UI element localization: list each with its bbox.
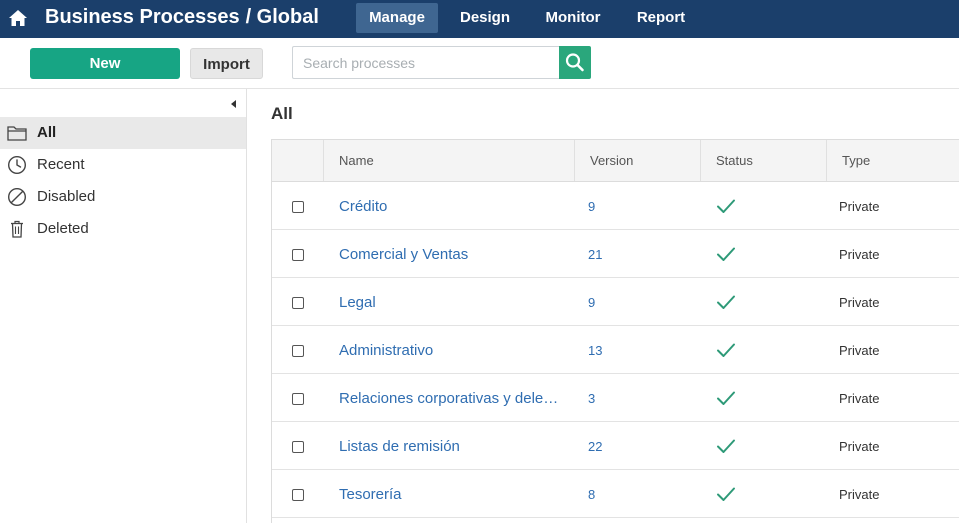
sidebar-item-deleted[interactable]: Deleted: [0, 213, 246, 245]
process-version-link[interactable]: 22: [588, 439, 602, 454]
table-row[interactable]: Comercial y Ventas 21 Private: [272, 230, 959, 278]
table-row[interactable]: Legal 9 Private: [272, 278, 959, 326]
process-version-link[interactable]: 13: [588, 343, 602, 358]
column-header-version[interactable]: Version: [575, 140, 701, 181]
process-version-link[interactable]: 3: [588, 391, 595, 406]
process-name-link[interactable]: Relaciones corporativas y deleg...: [339, 390, 564, 407]
table-row[interactable]: Relaciones corporativas y deleg... 3 Priva…: [272, 374, 959, 422]
column-header-name[interactable]: Name: [324, 140, 575, 181]
app-title-text: Business Processes: [45, 6, 240, 28]
sidebar-item-label: Recent: [37, 156, 85, 173]
search-icon: [565, 53, 584, 72]
page-title: All: [271, 104, 293, 123]
process-type: Private: [839, 343, 880, 358]
row-checkbox[interactable]: [292, 201, 304, 213]
table-row[interactable]: Tesorería 8 Private: [272, 470, 959, 518]
check-icon: [716, 485, 736, 503]
top-bar: Business Processes / Global Manage Design…: [0, 0, 959, 38]
table-row[interactable]: Administrativo 13 Private: [272, 326, 959, 374]
trash-icon: [11, 220, 23, 238]
process-name-link[interactable]: Tesorería: [339, 486, 564, 503]
collapse-sidebar-icon[interactable]: [231, 100, 236, 108]
process-name-link[interactable]: Crédito: [339, 198, 564, 215]
table-row[interactable]: Crédito 9 Private: [272, 182, 959, 230]
sidebar-item-recent[interactable]: Recent: [0, 149, 246, 181]
process-type: Private: [839, 391, 880, 406]
process-version-link[interactable]: 9: [588, 295, 595, 310]
tab-report[interactable]: Report: [628, 3, 694, 33]
new-button[interactable]: New: [30, 48, 180, 79]
check-icon: [716, 437, 736, 455]
clock-icon: [7, 155, 27, 175]
app-title: Business Processes / Global: [45, 6, 319, 29]
disabled-icon: [7, 187, 27, 207]
column-header-status[interactable]: Status: [701, 140, 827, 181]
tab-design[interactable]: Design: [450, 3, 520, 33]
check-icon: [716, 197, 736, 215]
sidebar-item-disabled[interactable]: Disabled: [0, 181, 246, 213]
sidebar-item-label: All: [37, 124, 57, 141]
check-icon: [716, 293, 736, 311]
process-type: Private: [839, 295, 880, 310]
process-name-link[interactable]: Administrativo: [339, 342, 564, 359]
row-checkbox[interactable]: [292, 441, 304, 453]
row-checkbox[interactable]: [292, 489, 304, 501]
process-type: Private: [839, 487, 880, 502]
sidebar-item-label: Deleted: [37, 220, 89, 237]
process-name-link[interactable]: Comercial y Ventas: [339, 246, 564, 263]
process-version-link[interactable]: 21: [588, 247, 602, 262]
process-name-link[interactable]: Listas de remisión: [339, 438, 564, 455]
row-checkbox[interactable]: [292, 345, 304, 357]
check-icon: [716, 389, 736, 407]
process-version-link[interactable]: 8: [588, 487, 595, 502]
process-type: Private: [839, 199, 880, 214]
column-header-select: [272, 140, 324, 181]
search-input[interactable]: [292, 46, 560, 79]
sidebar-item-all[interactable]: All: [0, 117, 246, 149]
table-row[interactable]: Listas de remisión 22 Private: [272, 422, 959, 470]
home-icon[interactable]: [8, 8, 28, 28]
tab-manage[interactable]: Manage: [356, 3, 438, 33]
import-button[interactable]: Import: [190, 48, 263, 79]
process-table: Name Version Status Type Crédito 9 Private…: [271, 139, 959, 523]
sidebar-item-label: Disabled: [37, 188, 96, 205]
column-header-type[interactable]: Type: [827, 140, 959, 181]
process-type: Private: [839, 439, 880, 454]
process-version-link[interactable]: 9: [588, 199, 595, 214]
search-button[interactable]: [559, 46, 591, 79]
row-checkbox[interactable]: [292, 393, 304, 405]
table-header: Name Version Status Type: [272, 140, 959, 182]
process-name-link[interactable]: Legal: [339, 294, 564, 311]
process-type: Private: [839, 247, 880, 262]
row-checkbox[interactable]: [292, 297, 304, 309]
check-icon: [716, 245, 736, 263]
sidebar: All Recent Disabled Deleted: [0, 89, 247, 523]
row-checkbox[interactable]: [292, 249, 304, 261]
check-icon: [716, 341, 736, 359]
folder-icon: [7, 126, 27, 141]
app-subtitle: / Global: [245, 6, 319, 28]
tab-monitor[interactable]: Monitor: [536, 3, 610, 33]
